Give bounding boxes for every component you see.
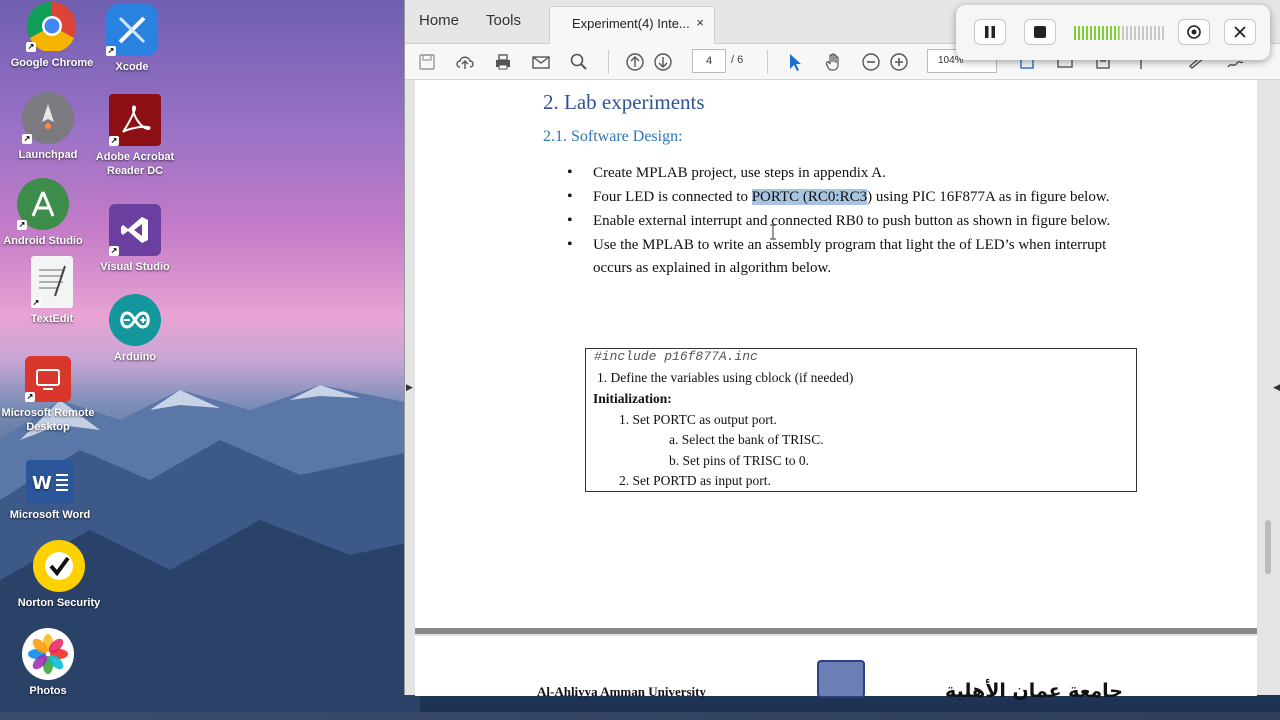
algorithm-line: b. Set pins of TRISC to 0.: [669, 453, 810, 468]
document-viewport[interactable]: 2. Lab experiments 2.1. Software Design:…: [405, 80, 1280, 702]
search-icon[interactable]: [567, 50, 591, 74]
desktop-icon-label: Arduino: [113, 351, 157, 363]
algorithm-box: #include p16f877A.inc 1. Define the vari…: [585, 348, 1137, 492]
pause-button[interactable]: [974, 19, 1006, 45]
desktop-icon-arduino[interactable]: Arduino: [83, 294, 187, 364]
university-name-english: Al-Ahliyya Amman University: [537, 684, 706, 699]
zoom-out-icon[interactable]: [859, 50, 883, 74]
screen-recorder-panel: [956, 5, 1270, 60]
algorithm-line: 1. Set PORTC as output port.: [619, 412, 777, 427]
desktop-icon-label: Microsoft Word: [9, 509, 91, 521]
university-logo: [817, 660, 865, 698]
norton-icon: [45, 552, 73, 580]
algorithm-line: 2. Set PORTD as input port.: [619, 473, 771, 488]
vertical-scrollbar[interactable]: [1265, 520, 1271, 574]
desktop-icon-label: TextEdit: [30, 313, 74, 325]
stop-button[interactable]: [1024, 19, 1056, 45]
launchpad-icon: [42, 104, 54, 129]
acrobat-window: Home Tools Experiment(4) Inte... × 4 / 6…: [404, 0, 1280, 702]
tools-menu[interactable]: Tools: [486, 12, 521, 29]
visual-studio-icon: [121, 217, 148, 243]
desktop-icon-label: Microsoft Remote Desktop: [1, 407, 95, 433]
document-tab[interactable]: Experiment(4) Inte... ×: [549, 6, 715, 44]
subsection-heading: 2.1. Software Design:: [543, 128, 683, 145]
toolbar-divider: [767, 50, 768, 74]
desktop-icon-photos[interactable]: Photos: [0, 628, 100, 698]
audio-level-fill: [1074, 26, 1119, 40]
acrobat-icon: [122, 105, 151, 133]
upload-cloud-icon[interactable]: [453, 50, 477, 74]
page-number-input[interactable]: 4: [692, 49, 726, 73]
next-page-icon[interactable]: [651, 50, 675, 74]
desktop-icon-android-studio[interactable]: ↗ Android Studio: [0, 178, 95, 248]
desktop-icon-label: Norton Security: [17, 597, 101, 609]
select-cursor-icon[interactable]: [783, 50, 807, 74]
toolbar-divider: [608, 50, 609, 74]
desktop-icon-label: Android Studio: [3, 235, 83, 247]
list-item: Four LED is connected to PORTC (RC0:RC3)…: [567, 186, 1137, 209]
pdf-page: 2. Lab experiments 2.1. Software Design:…: [415, 80, 1257, 628]
desktop-icon-word[interactable]: W Microsoft Word: [0, 460, 102, 522]
page-total: / 6: [731, 54, 744, 66]
desktop-icon-remote-desktop[interactable]: ↗ Microsoft Remote Desktop: [0, 356, 100, 434]
home-menu[interactable]: Home: [419, 12, 459, 29]
university-name-arabic: جامعة عمان الأهلية: [945, 680, 1124, 702]
close-icon: [1234, 26, 1246, 38]
desktop-icon-label: Launchpad: [18, 149, 78, 161]
page-separator: [415, 628, 1257, 634]
desktop-icon-acrobat[interactable]: ↗ Adobe Acrobat Reader DC: [83, 94, 187, 178]
zoom-in-icon[interactable]: [887, 50, 911, 74]
stop-icon: [1034, 26, 1046, 38]
svg-text:W: W: [32, 473, 52, 494]
xcode-icon: [118, 16, 146, 44]
arduino-icon: [120, 311, 150, 329]
pause-icon: [985, 26, 995, 38]
word-icon: W: [32, 473, 68, 494]
list-item: Use the MPLAB to write an assembly progr…: [567, 234, 1137, 279]
textedit-icon: [39, 265, 66, 297]
remote-desktop-icon: [36, 369, 60, 390]
document-tab-title: Experiment(4) Inte...: [572, 16, 690, 31]
pdf-page-next: Al-Ahliyya Amman University جامعة عمان ا…: [415, 636, 1257, 702]
requirements-list: Create MPLAB project, use steps in appen…: [567, 162, 1137, 281]
webcam-icon: [1187, 25, 1201, 39]
previous-page-icon[interactable]: [623, 50, 647, 74]
desktop-icon-label: Xcode: [115, 61, 149, 73]
hand-tool-icon[interactable]: [821, 50, 845, 74]
section-heading: 2. Lab experiments: [543, 90, 705, 114]
desktop-icon-label: Photos: [29, 685, 67, 697]
left-panel-toggle-icon[interactable]: ▶: [406, 382, 413, 393]
algorithm-line: a. Select the bank of TRISC.: [669, 432, 824, 447]
audio-level-meter: [1074, 26, 1164, 40]
right-panel-toggle-icon[interactable]: ◀: [1273, 382, 1280, 393]
save-icon[interactable]: [415, 50, 439, 74]
desktop-icon-xcode[interactable]: ↗ Xcode: [80, 4, 184, 74]
desktop-icon-label: Adobe Acrobat Reader DC: [95, 151, 175, 177]
close-tab-icon[interactable]: ×: [696, 15, 704, 30]
close-recorder-button[interactable]: [1224, 19, 1256, 45]
webcam-button[interactable]: [1178, 19, 1210, 45]
desktop-icon-norton[interactable]: Norton Security: [7, 540, 111, 610]
list-item: Enable external interrupt and connected …: [567, 210, 1137, 233]
algorithm-line: 1. Define the variables using cblock (if…: [597, 370, 854, 385]
print-icon[interactable]: [491, 50, 515, 74]
desktop-icon-label: Visual Studio: [100, 261, 170, 273]
list-item: Create MPLAB project, use steps in appen…: [567, 162, 1137, 185]
include-line: #include p16f877A.inc: [594, 349, 758, 364]
text-selection: PORTC (RC0:RC3: [751, 189, 868, 205]
text-cursor-icon: [770, 224, 776, 240]
algorithm-line: Initialization:: [593, 391, 672, 406]
dock-edge: [0, 712, 1280, 720]
photos-icon: [28, 634, 68, 674]
android-studio-icon: [31, 191, 55, 217]
email-icon[interactable]: [529, 50, 553, 74]
